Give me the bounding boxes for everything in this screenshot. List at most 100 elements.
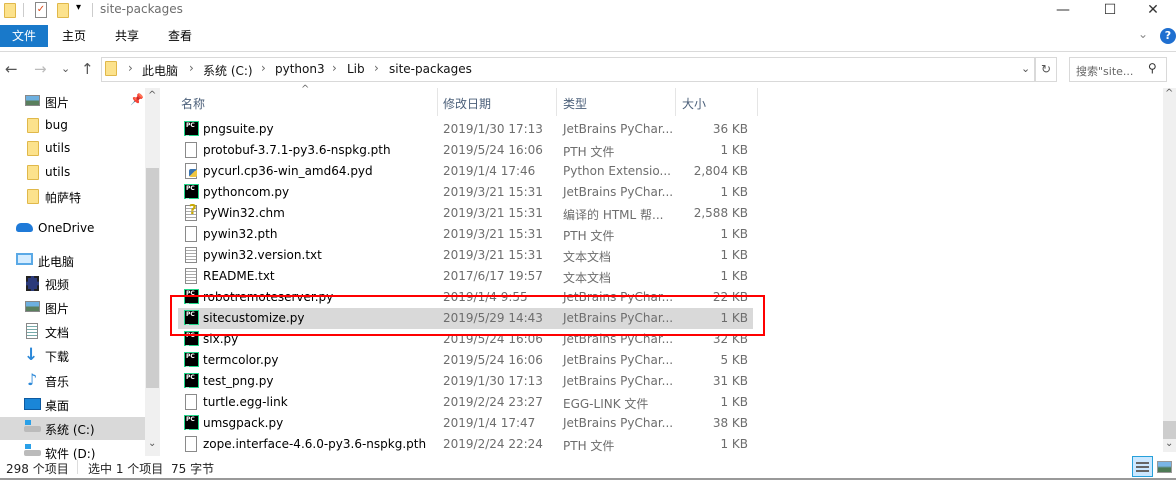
scroll-down-icon[interactable]: ⌄	[1165, 438, 1173, 449]
nav-item[interactable]: 帕萨特	[0, 185, 145, 208]
scrollbar-thumb[interactable]	[146, 168, 159, 388]
properties-icon[interactable]: ✓	[35, 2, 47, 18]
chevron-right-icon[interactable]: ›	[261, 61, 266, 75]
file-row[interactable]: turtle.egg-link 2019/2/24 23:27 EGG-LINK 文…	[178, 392, 753, 413]
nav-item[interactable]: utils	[0, 137, 145, 160]
new-folder-icon[interactable]	[57, 3, 69, 18]
column-header-date[interactable]: 修改日期	[443, 95, 491, 112]
scroll-up-icon[interactable]: ^	[1165, 88, 1173, 99]
folder-icon	[4, 3, 16, 18]
breadcrumb-lib[interactable]: Lib	[347, 62, 365, 76]
onedrive-icon	[16, 223, 33, 232]
column-header-size[interactable]: 大小	[682, 95, 706, 112]
file-row[interactable]: PC _ six.py 2019/5/24 16:06 JetBrains PyChar…	[178, 329, 753, 350]
customize-toolbar-icon[interactable]: ▾	[76, 2, 81, 13]
column-divider[interactable]	[556, 88, 557, 116]
file-row[interactable]: protobuf-3.7.1-py3.6-nspkg.pth 2019/5/24 …	[178, 140, 753, 161]
file-row[interactable]: PC _ robotremoteserver.py 2019/1/4 9:55 JetB…	[178, 287, 753, 308]
selected-count: 选中 1 个项目	[88, 462, 164, 476]
forward-button[interactable]: →	[34, 60, 47, 78]
file-name: pycurl.cp36-win_amd64.pyd	[203, 164, 373, 178]
column-header-type[interactable]: 类型	[563, 95, 587, 112]
divider	[77, 460, 78, 474]
nav-item[interactable]: 系统 (C:)	[0, 417, 145, 440]
file-row[interactable]: PC _ pngsuite.py 2019/1/30 17:13 JetBrains P…	[178, 119, 753, 140]
breadcrumb-site-packages[interactable]: site-packages	[389, 62, 472, 76]
scroll-up-icon[interactable]: ^	[148, 90, 156, 101]
breadcrumb-this-pc[interactable]: 此电脑	[142, 62, 178, 79]
file-icon	[185, 436, 197, 452]
tab-share[interactable]: 共享	[103, 25, 151, 47]
drive-icon	[24, 450, 41, 456]
file-row[interactable]: pywin32.version.txt 2019/3/21 15:31 文本文档 1 …	[178, 245, 753, 266]
file-type: EGG-LINK 文件	[563, 397, 649, 411]
scrollbar-thumb[interactable]	[1163, 421, 1176, 439]
nav-item[interactable]: ♪ 音乐	[0, 369, 145, 392]
nav-item[interactable]: 文档	[0, 320, 145, 343]
file-row[interactable]: PC _ test_png.py 2019/1/30 17:13 JetBrains P…	[178, 371, 753, 392]
file-row[interactable]: pycurl.cp36-win_amd64.pyd 2019/1/4 17:46 P…	[178, 161, 753, 182]
file-row[interactable]: PC _ sitecustomize.py 2019/5/29 14:43 JetBra…	[178, 308, 753, 329]
file-list-scrollbar[interactable]: ^ ⌄	[1163, 88, 1176, 452]
file-row[interactable]: PC _ termcolor.py 2019/5/24 16:06 JetBrains …	[178, 350, 753, 371]
chevron-right-icon[interactable]: ›	[128, 61, 133, 75]
nav-item-label: 视频	[45, 278, 70, 292]
details-view-button[interactable]	[1132, 456, 1153, 477]
file-row[interactable]: pywin32.pth 2019/3/21 15:31 PTH 文件 1 KB	[178, 224, 753, 245]
nav-scrollbar[interactable]: ^ ⌄	[145, 88, 160, 456]
up-button[interactable]: ↑	[81, 60, 94, 78]
pycharm-file-icon: PC _	[184, 331, 199, 346]
file-row[interactable]: ? PyWin32.chm 2019/3/21 15:31 编译的 HTML 帮...…	[178, 203, 753, 224]
minimize-button[interactable]: —	[1040, 0, 1086, 22]
file-date: 2019/2/24 23:27	[443, 395, 543, 409]
scroll-down-icon[interactable]: ⌄	[148, 438, 156, 449]
column-divider[interactable]	[675, 88, 676, 116]
file-type: 文本文档	[563, 250, 612, 264]
column-divider[interactable]	[757, 88, 758, 116]
large-icons-view-button[interactable]	[1157, 461, 1172, 473]
search-icon[interactable]: ⚲	[1148, 61, 1157, 75]
file-name: sitecustomize.py	[203, 311, 305, 325]
nav-item[interactable]: 图片	[0, 296, 145, 319]
nav-item[interactable]: utils	[0, 161, 145, 184]
file-type: JetBrains PyChar...	[563, 311, 674, 325]
recent-locations-button[interactable]: ⌄	[61, 62, 70, 75]
column-header-name[interactable]: 名称	[181, 95, 205, 112]
file-row[interactable]: zope.interface-4.6.0-py3.6-nspkg.pth 2019…	[178, 434, 753, 455]
nav-item[interactable]: 视频	[0, 272, 145, 295]
nav-item[interactable]: ↓ 下载	[0, 344, 145, 367]
file-row[interactable]: PC _ pythoncom.py 2019/3/21 15:31 JetBrains …	[178, 182, 753, 203]
address-dropdown-icon[interactable]: ⌄	[1021, 62, 1030, 75]
tab-view[interactable]: 查看	[156, 25, 204, 47]
close-button[interactable]: ✕	[1130, 0, 1176, 22]
file-row[interactable]: PC _ umsgpack.py 2019/1/4 17:47 JetBrains Py…	[178, 413, 753, 434]
nav-item[interactable]: 图片 📌	[0, 90, 145, 113]
file-name: six.py	[203, 332, 239, 346]
python-extension-icon	[185, 163, 197, 179]
maximize-button[interactable]: ☐	[1087, 0, 1133, 22]
breadcrumb-python3[interactable]: python3	[275, 62, 325, 76]
file-date: 2019/1/30 17:13	[443, 374, 543, 388]
chevron-right-icon[interactable]: ›	[374, 61, 379, 75]
tab-file[interactable]: 文件	[0, 25, 48, 47]
column-divider[interactable]	[437, 88, 438, 116]
nav-item[interactable]: 桌面	[0, 393, 145, 416]
pin-icon[interactable]: 📌	[130, 93, 144, 106]
chevron-right-icon[interactable]: ›	[189, 61, 194, 75]
chevron-right-icon[interactable]: ›	[332, 61, 337, 75]
expand-ribbon-icon[interactable]: ⌄	[1138, 27, 1148, 41]
back-button[interactable]: ←	[5, 60, 18, 78]
pycharm-file-icon: PC _	[184, 121, 199, 136]
refresh-button[interactable]: ↻	[1035, 57, 1057, 82]
nav-item[interactable]: 此电脑	[0, 249, 145, 272]
pictures-icon	[25, 95, 40, 106]
help-icon[interactable]: ?	[1160, 28, 1176, 44]
file-row[interactable]: README.txt 2017/6/17 19:57 文本文档 1 KB	[178, 266, 753, 287]
tab-home[interactable]: 主页	[50, 25, 98, 47]
breadcrumb-c-drive[interactable]: 系统 (C:)	[203, 62, 253, 79]
text-file-icon	[185, 247, 197, 263]
nav-item[interactable]: bug	[0, 114, 145, 137]
nav-item-label: utils	[45, 165, 71, 179]
desktop-icon	[24, 398, 41, 410]
nav-item[interactable]: OneDrive	[0, 217, 145, 240]
